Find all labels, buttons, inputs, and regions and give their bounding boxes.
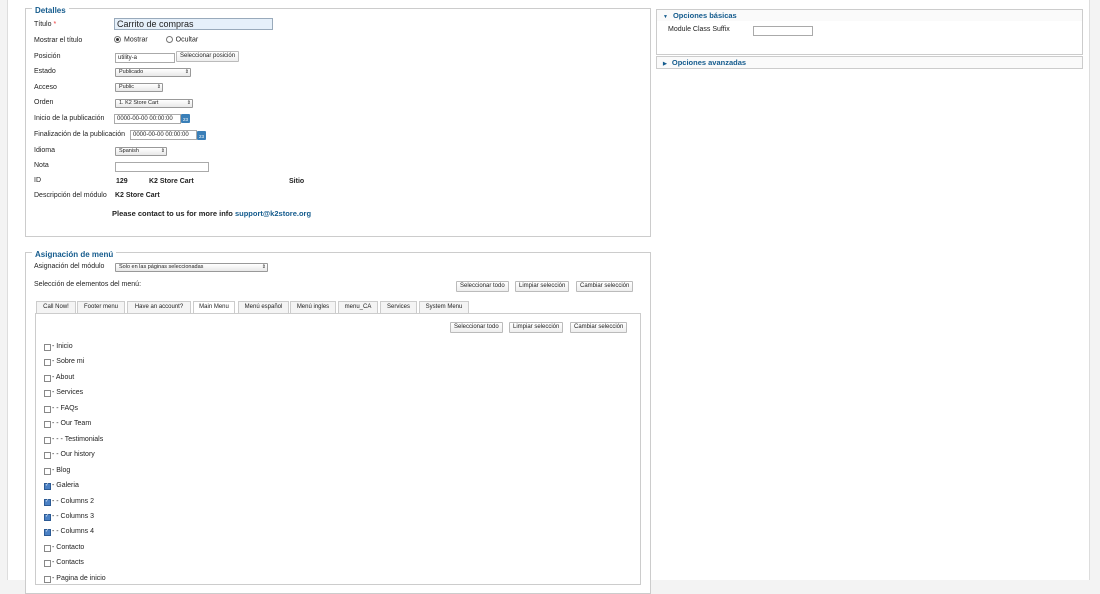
- tab-menu-espanol[interactable]: Menú español: [238, 301, 289, 313]
- menu-item-checkbox[interactable]: [44, 406, 51, 413]
- clear-selection-button[interactable]: Limpiar selección: [515, 281, 570, 292]
- language-label: Idioma: [34, 147, 56, 154]
- menu-assignment-legend: Asignación de menú: [32, 250, 117, 259]
- menu-item-checkbox[interactable]: [44, 528, 51, 536]
- details-legend: Detalles: [32, 6, 69, 15]
- note-input[interactable]: [115, 162, 209, 172]
- id-label: ID: [34, 177, 41, 184]
- menu-item-label: - Galeria: [52, 482, 79, 489]
- tab-menu-ingles[interactable]: Menú ingles: [290, 301, 336, 313]
- title-input[interactable]: Carrito de compras: [114, 18, 273, 30]
- show-title-radio-group: Mostrar Ocultar: [114, 36, 198, 43]
- menu-item-checkbox[interactable]: [44, 498, 51, 506]
- language-select[interactable]: Spanish ⇕: [115, 147, 167, 156]
- menu-item-checkbox[interactable]: [44, 560, 51, 567]
- site-label: Sitio: [289, 178, 305, 185]
- menu-item-label: - Sobre mi: [52, 358, 85, 365]
- publish-start-input[interactable]: 0000-00-00 00:00:00: [114, 114, 181, 124]
- menu-selection-label: Selección de elementos del menú:: [34, 281, 142, 288]
- menu-item-label: - - Columns 2: [52, 498, 95, 505]
- menu-item-checkbox[interactable]: [44, 482, 51, 490]
- tab-footer-menu[interactable]: Footer menu: [77, 301, 125, 313]
- publish-start-label: Inicio de la publicación: [34, 115, 105, 122]
- menu-item-label: - Inicio: [52, 343, 73, 350]
- position-input[interactable]: utility-a: [115, 53, 175, 63]
- id-value: 129: [116, 178, 128, 185]
- tab-call-now[interactable]: Call Now!: [36, 301, 76, 313]
- access-select[interactable]: Public ⇕: [115, 83, 163, 92]
- state-label: Estado: [34, 68, 56, 75]
- menu-item-checkbox[interactable]: [44, 359, 51, 366]
- menu-item-checkbox[interactable]: [44, 468, 51, 475]
- caret-right-icon: ▶: [663, 61, 667, 67]
- calendar-icon[interactable]: 23: [197, 131, 206, 140]
- access-label: Acceso: [34, 84, 57, 91]
- select-arrow-icon: ⇕: [160, 148, 165, 154]
- menu-item-checkbox[interactable]: [44, 390, 51, 397]
- select-arrow-icon: ⇕: [186, 100, 191, 106]
- menu-item-label: - Services: [52, 389, 84, 396]
- menu-item-label: - - Columns 4: [52, 528, 95, 535]
- menu-item-checkbox[interactable]: [44, 421, 51, 428]
- module-desc-value: K2 Store Cart: [115, 192, 160, 199]
- menu-item-label: - - Columns 3: [52, 513, 95, 520]
- show-radio[interactable]: [114, 36, 121, 43]
- select-arrow-icon: ⇕: [156, 84, 161, 90]
- menu-item-label: - Blog: [52, 467, 71, 474]
- title-label: Título *: [34, 21, 57, 28]
- toggle-selection-button[interactable]: Cambiar selección: [576, 281, 634, 292]
- position-label: Posición: [34, 53, 61, 60]
- menu-items-panel: [35, 313, 641, 585]
- menu-item-label: - - - Testimonials: [52, 436, 104, 443]
- module-desc-label: Descripción del módulo: [34, 192, 107, 199]
- menu-item-checkbox[interactable]: [44, 344, 51, 351]
- menu-item-label: - - Our history: [52, 451, 95, 458]
- panel-clear-selection-button[interactable]: Limpiar selección: [509, 322, 564, 333]
- menu-item-checkbox[interactable]: [44, 452, 51, 459]
- tab-menu-ca[interactable]: menu_CA: [338, 301, 378, 313]
- panel-toggle-selection-button[interactable]: Cambiar selección: [570, 322, 628, 333]
- module-assign-select[interactable]: Solo en las páginas seleccionadas ⇕: [115, 263, 268, 272]
- module-class-suffix-input[interactable]: [753, 26, 813, 36]
- menu-item-checkbox[interactable]: [44, 545, 51, 552]
- order-label: Orden: [34, 99, 54, 106]
- hide-radio[interactable]: [165, 36, 173, 43]
- menu-item-checkbox[interactable]: [44, 437, 51, 444]
- tab-have-an-account[interactable]: Have an account?: [127, 301, 191, 313]
- menu-item-label: - About: [52, 374, 75, 381]
- select-arrow-icon: ⇕: [184, 69, 189, 75]
- advanced-options-header[interactable]: ▶ Opciones avanzadas: [656, 56, 1083, 69]
- order-select[interactable]: 1. K2 Store Cart ⇕: [115, 99, 193, 108]
- menu-item-label: - Contacts: [52, 559, 84, 566]
- select-all-button[interactable]: Seleccionar todo: [456, 281, 509, 292]
- calendar-icon[interactable]: 23: [181, 114, 190, 123]
- menu-item-label: - Pagina de inicio: [52, 575, 106, 582]
- module-name: K2 Store Cart: [149, 178, 194, 185]
- menu-item-checkbox[interactable]: [44, 375, 51, 382]
- module-assign-label: Asignación del módulo: [34, 263, 105, 270]
- support-email-link[interactable]: support@k2store.org: [235, 209, 311, 218]
- panel-select-all-button[interactable]: Seleccionar todo: [450, 322, 503, 333]
- contact-text: Please contact to us for more info suppo…: [112, 209, 312, 218]
- menu-item-label: - - FAQs: [52, 405, 79, 412]
- tab-system-menu[interactable]: System Menu: [419, 301, 469, 313]
- state-select[interactable]: Publicado ⇕: [115, 68, 191, 77]
- tab-services[interactable]: Services: [380, 301, 417, 313]
- select-arrow-icon: ⇕: [261, 264, 266, 270]
- note-label: Nota: [34, 162, 49, 169]
- menu-item-checkbox[interactable]: [44, 513, 51, 521]
- menu-item-label: - Contacto: [52, 544, 85, 551]
- menu-item-label: - - Our Team: [52, 420, 92, 427]
- publish-end-input[interactable]: 0000-00-00 00:00:00: [130, 130, 197, 140]
- select-position-button[interactable]: Seleccionar posición: [176, 51, 240, 62]
- show-title-label: Mostrar el título: [34, 37, 83, 44]
- module-class-suffix-label: Module Class Suffix: [668, 26, 730, 33]
- publish-end-label: Finalización de la publicación: [34, 131, 126, 138]
